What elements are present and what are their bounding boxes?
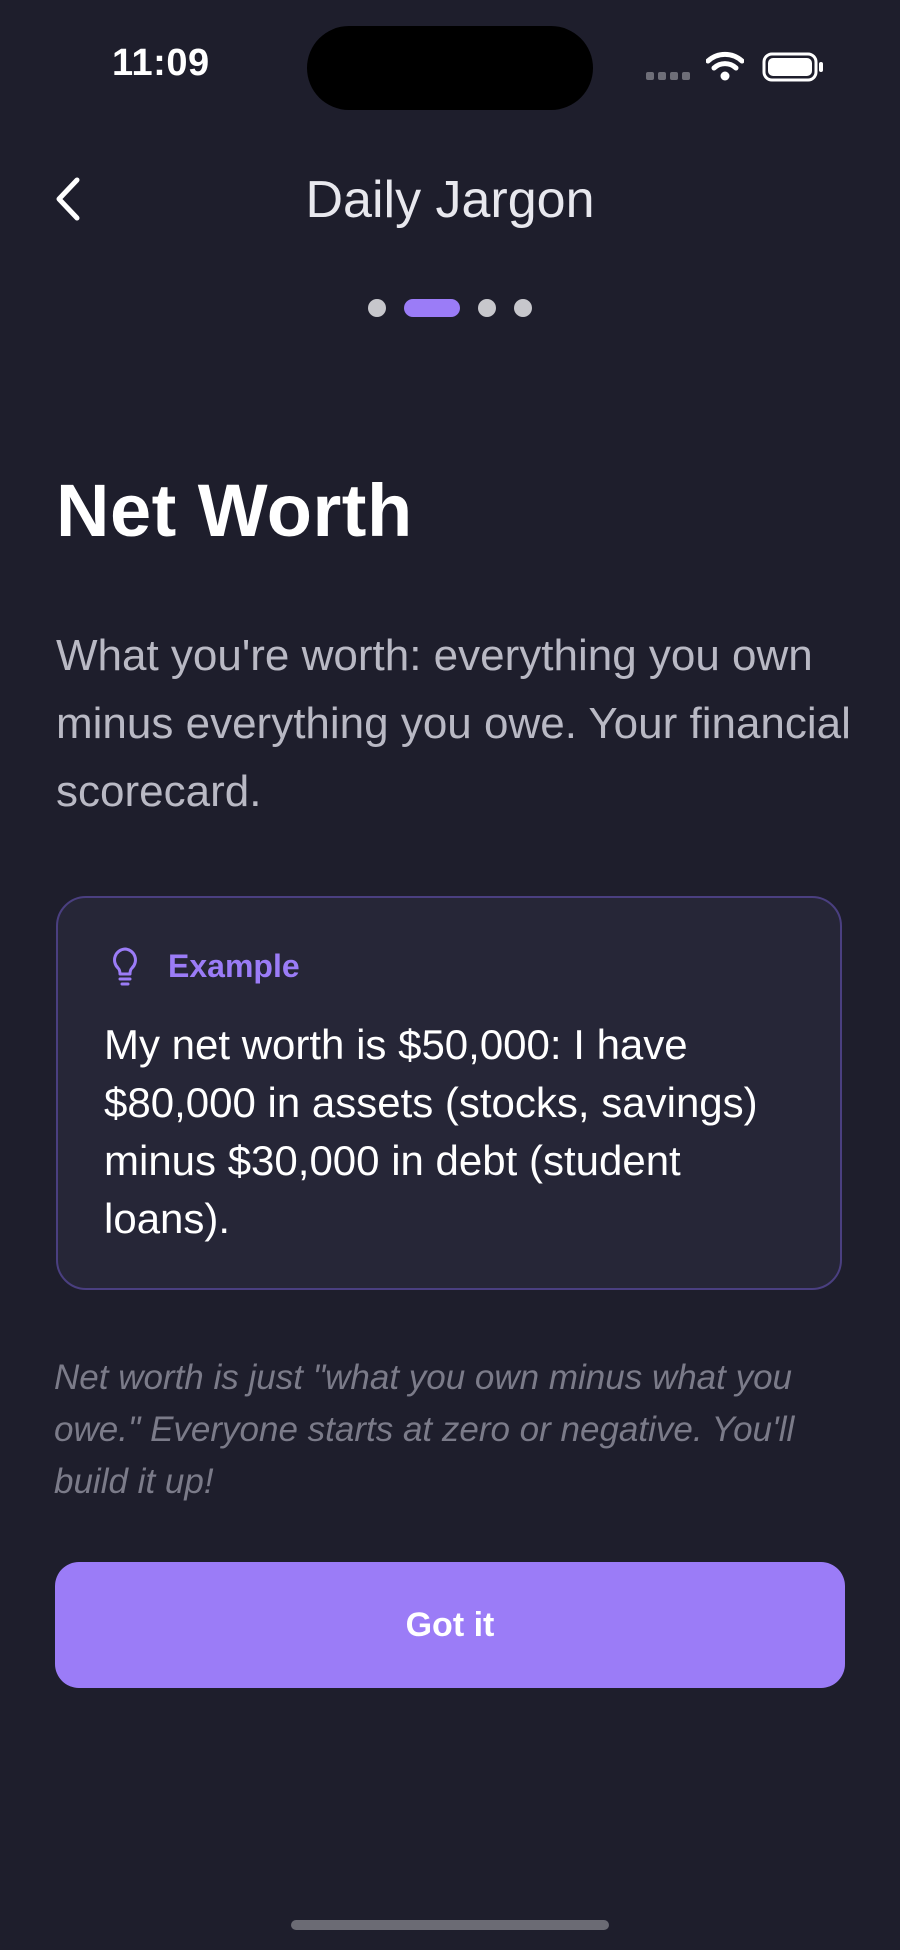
dynamic-island [307, 26, 593, 110]
example-label: Example [168, 948, 300, 984]
header-title: Daily Jargon [305, 171, 595, 229]
home-indicator[interactable] [291, 1920, 609, 1930]
example-text: My net worth is $50,000: I have $80,000 … [104, 1021, 758, 1242]
page-dot[interactable] [368, 299, 386, 317]
page-dot[interactable] [478, 299, 496, 317]
tip-text: Net worth is just "what you own minus wh… [54, 1358, 795, 1501]
cellular-signal-icon [646, 72, 692, 82]
wifi-icon [706, 51, 744, 81]
page-dot-active[interactable] [404, 299, 460, 317]
lightbulb-icon [113, 947, 137, 986]
page-indicator [0, 298, 900, 318]
term-definition: What you're worth: everything you own mi… [56, 631, 851, 816]
page-dot[interactable] [514, 299, 532, 317]
status-time: 11:09 [112, 42, 210, 84]
got-it-button[interactable]: Got it [55, 1562, 845, 1688]
battery-icon [762, 52, 823, 82]
term-title: Net Worth [56, 469, 413, 552]
